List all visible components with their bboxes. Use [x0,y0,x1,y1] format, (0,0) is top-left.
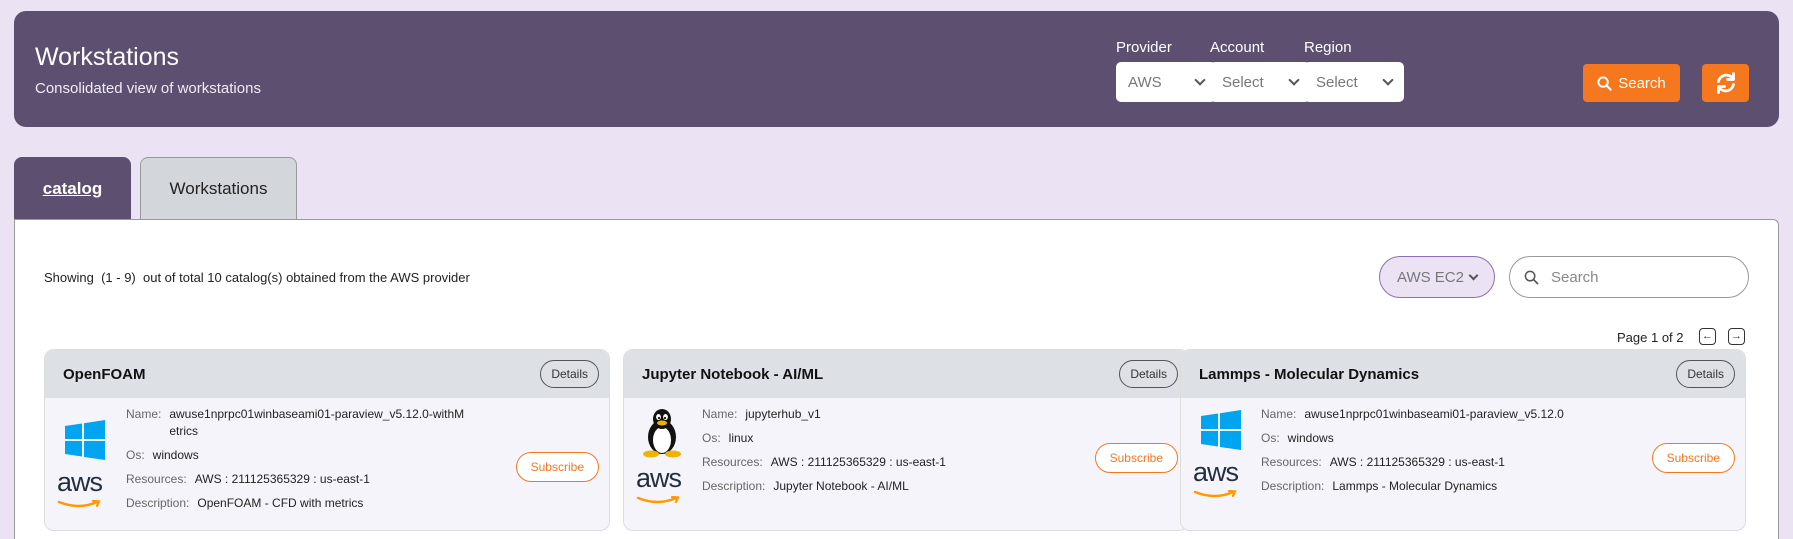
card-body: aws Name: awuse1nprpc01winbaseami01-parav… [1181,398,1745,530]
card-description: Jupyter Notebook - AI/ML [773,479,909,493]
search-button-label: Search [1618,74,1666,92]
chevron-down-icon [1382,74,1394,86]
catalog-panel: Showing (1 - 9) out of total 10 catalog(… [14,219,1779,539]
windows-icon [65,420,105,460]
name-label: Name: [126,407,162,421]
account-filter: Account Select [1210,39,1310,102]
chevron-down-icon [1468,270,1479,280]
prev-page-button[interactable]: ← [1699,328,1716,345]
subscribe-button[interactable]: Subscribe [1651,443,1735,473]
card-body: aws Name: jupyterhub_v1 Os: linux Resource… [624,398,1188,530]
card-name: jupyterhub_v1 [745,407,821,421]
refresh-icon [1716,72,1735,94]
chevron-down-icon [1288,74,1300,86]
next-page-button[interactable]: → [1728,328,1745,345]
aws-logo-icon: aws [1193,459,1249,504]
card-header: OpenFOAM Details [45,350,609,398]
arrow-right-icon: → [1731,330,1742,342]
card-name: awuse1nprpc01winbaseami01-paraview_v5.12… [1304,407,1564,421]
details-button[interactable]: Details [540,360,599,388]
card-header: Lammps - Molecular Dynamics Details [1181,350,1745,398]
region-select[interactable]: Select [1304,62,1404,102]
card-os: linux [728,431,754,445]
card-os: windows [1287,431,1334,445]
page-title: Workstations [35,43,180,71]
service-filter-value: AWS EC2 [1397,268,1464,286]
card-body: aws Name: awuse1nprpc01winbaseami01-parav… [45,398,609,530]
tab-catalog[interactable]: catalog [14,157,131,220]
tab-catalog-label: catalog [42,178,103,198]
catalog-search-placeholder: Search [1551,268,1599,286]
card-info: Name: awuse1nprpc01winbaseami01-paraview_… [1261,406,1621,502]
os-label: Os: [126,448,145,462]
account-label: Account [1210,39,1265,56]
catalog-search-input[interactable]: Search [1509,256,1749,298]
resources-label: Resources: [702,455,763,469]
subscribe-button[interactable]: Subscribe [515,452,599,482]
card-logos: aws [53,408,113,514]
card-resources: AWS : 211125365329 : us-east-1 [1329,455,1505,469]
account-select[interactable]: Select [1210,62,1310,102]
card-title: Lammps - Molecular Dynamics [1199,365,1420,383]
subscribe-button[interactable]: Subscribe [1094,443,1178,473]
catalog-card: Jupyter Notebook - AI/ML Details aws Nam… [623,349,1189,531]
card-resources: AWS : 211125365329 : us-east-1 [194,472,370,486]
details-button[interactable]: Details [1676,360,1735,388]
search-icon [1524,270,1539,284]
description-label: Description: [1261,479,1325,493]
card-title: OpenFOAM [63,365,146,383]
card-info: Name: awuse1nprpc01winbaseami01-paraview_… [126,406,466,519]
card-name: awuse1nprpc01winbaseami01-paraview_v5.12… [169,407,465,438]
name-label: Name: [702,407,738,421]
card-description: Lammps - Molecular Dynamics [1332,479,1498,493]
description-label: Description: [702,479,766,493]
showing-summary: Showing (1 - 9) out of total 10 catalog(… [44,270,470,285]
page-header: Workstations Consolidated view of workst… [14,11,1779,127]
catalog-card: OpenFOAM Details aws Name: awuse1nprpc01w… [44,349,610,531]
page-indicator: Page 1 of 2 [1617,330,1684,345]
card-title: Jupyter Notebook - AI/ML [642,365,824,383]
arrow-left-icon: ← [1702,330,1713,342]
page-subtitle: Consolidated view of workstations [35,80,261,97]
card-header: Jupyter Notebook - AI/ML Details [624,350,1188,398]
card-os: windows [152,448,199,462]
region-label: Region [1304,39,1352,56]
provider-filter: Provider AWS [1116,39,1216,102]
tab-workstations[interactable]: Workstations [140,157,297,220]
refresh-button[interactable] [1702,64,1749,102]
aws-logo-icon: aws [636,465,692,510]
name-label: Name: [1261,407,1297,421]
account-value: Select [1222,73,1264,91]
provider-select[interactable]: AWS [1116,62,1216,102]
card-description: OpenFOAM - CFD with metrics [197,496,364,510]
card-info: Name: jupyterhub_v1 Os: linux Resources: AW… [702,406,1042,502]
aws-logo-icon: aws [57,469,113,514]
provider-label: Provider [1116,39,1172,56]
details-button[interactable]: Details [1119,360,1178,388]
region-value: Select [1316,73,1358,91]
provider-value: AWS [1128,73,1162,91]
region-filter: Region Select [1304,39,1404,102]
description-label: Description: [126,496,190,510]
search-icon [1597,75,1612,91]
chevron-down-icon [1194,74,1206,86]
tab-workstations-label: Workstations [169,179,268,198]
resources-label: Resources: [1261,455,1322,469]
card-resources: AWS : 211125365329 : us-east-1 [770,455,946,469]
card-logos: aws [632,408,692,510]
resources-label: Resources: [126,472,187,486]
catalog-card: Lammps - Molecular Dynamics Details aws … [1180,349,1746,531]
os-label: Os: [1261,431,1280,445]
linux-penguin-icon [643,409,681,458]
card-logos: aws [1189,408,1249,504]
search-button[interactable]: Search [1583,64,1680,102]
windows-icon [1201,410,1241,450]
os-label: Os: [702,431,721,445]
service-filter-select[interactable]: AWS EC2 [1379,256,1495,298]
